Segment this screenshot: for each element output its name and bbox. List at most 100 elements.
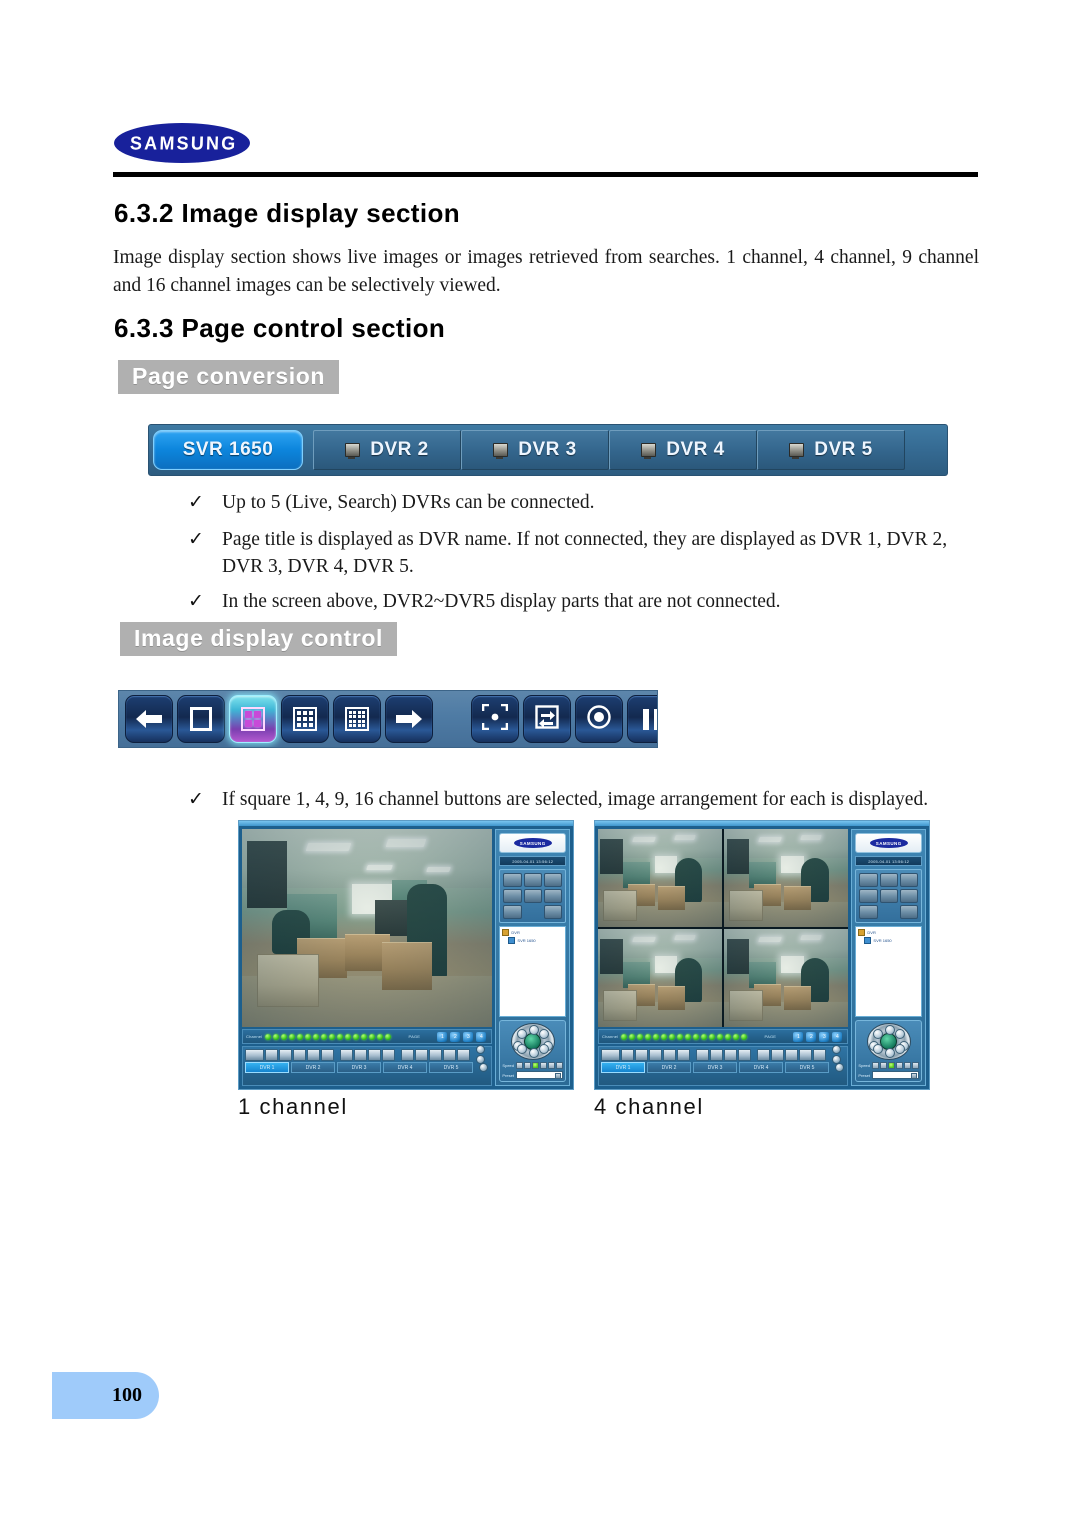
bullet-text: If square 1, 4, 9, 16 channel buttons ar…: [222, 789, 929, 810]
page-button[interactable]: 1: [793, 1031, 804, 1042]
dvr-bottom-tabs: DVR 1 DVR 2 DVR 3 DVR 4 DVR 5: [245, 1062, 473, 1073]
device-tree[interactable]: DVR SVR 1650: [499, 926, 566, 1017]
bottom-tab[interactable]: DVR 2: [291, 1062, 335, 1073]
panel-icon[interactable]: [503, 905, 522, 919]
control-button-rows: DVR 1 DVR 2 DVR 3 DVR 4 DVR 5: [598, 1045, 849, 1086]
camera-view[interactable]: [724, 929, 849, 1027]
tree-child-node[interactable]: SVR 1650: [502, 937, 563, 944]
record-button[interactable]: [575, 695, 623, 743]
date-time-display: 2005-04-01 13:56:12: [499, 856, 566, 866]
sequence-refresh-icon: [534, 704, 560, 735]
bullet-text: Up to 5 (Live, Search) DVRs can be conne…: [222, 492, 595, 513]
tab-dvr-4[interactable]: DVR 4: [609, 430, 757, 470]
nine-channel-button[interactable]: [281, 695, 329, 743]
grid-2x2-icon: [241, 707, 265, 731]
sequence-button[interactable]: [523, 695, 571, 743]
panel-icon[interactable]: [543, 889, 562, 903]
playback-controls[interactable]: [601, 1048, 690, 1061]
page-number: 100: [112, 1384, 142, 1406]
previous-page-button[interactable]: [125, 695, 173, 743]
tab-dvr-5[interactable]: DVR 5: [757, 430, 905, 470]
slider-row[interactable]: [476, 1045, 488, 1054]
fullscreen-button[interactable]: [471, 695, 519, 743]
check-icon: ✓: [188, 590, 204, 612]
page-button[interactable]: 2: [450, 1031, 461, 1042]
page-button[interactable]: 2: [806, 1031, 817, 1042]
tab-dvr-2[interactable]: DVR 2: [313, 430, 461, 470]
panel-icon[interactable]: [503, 873, 522, 887]
ptz-preset-label: Preset: [858, 1072, 870, 1078]
page-button[interactable]: 4: [832, 1031, 843, 1042]
device-tree[interactable]: DVR SVR 1650: [855, 926, 922, 1017]
mode-controls[interactable]: [696, 1048, 751, 1061]
tree-root-node[interactable]: DVR: [858, 929, 919, 936]
bullet-text: In the screen above, DVR2~DVR5 display p…: [222, 591, 781, 612]
page-label: PAGE: [764, 1034, 777, 1039]
panel-icon[interactable]: [859, 889, 878, 903]
panel-icon[interactable]: [859, 873, 878, 887]
page-button[interactable]: 4: [476, 1031, 487, 1042]
panel-icon[interactable]: [899, 889, 918, 903]
tab-dvr-3[interactable]: DVR 3: [461, 430, 609, 470]
ptz-control: Speed Preset: [855, 1020, 922, 1082]
tree-child-node[interactable]: SVR 1650: [858, 937, 919, 944]
bottom-tab[interactable]: DVR 2: [647, 1062, 691, 1073]
right-control-panel: SAMSUNG 2005-04-01 13:56:12 DVR SVR 1650…: [495, 829, 570, 1086]
ptz-speed-steps[interactable]: [516, 1062, 563, 1069]
next-page-button[interactable]: [385, 695, 433, 743]
function-controls[interactable]: [401, 1048, 470, 1061]
tab-svr-1650[interactable]: SVR 1650: [153, 430, 303, 470]
bottom-tab[interactable]: DVR 5: [429, 1062, 473, 1073]
four-channel-button[interactable]: [229, 695, 277, 743]
bottom-tab[interactable]: DVR 4: [739, 1062, 783, 1073]
grid-3x3-icon: [293, 707, 317, 731]
page-button[interactable]: 3: [463, 1031, 474, 1042]
panel-icon[interactable]: [879, 889, 898, 903]
slider-row[interactable]: [479, 1063, 491, 1072]
panel-icon[interactable]: [879, 873, 898, 887]
channel-label: Channel: [246, 1034, 263, 1039]
panel-logo: SAMSUNG: [499, 833, 566, 853]
page-button[interactable]: 1: [437, 1031, 448, 1042]
page-buttons: 1 2 3 4: [437, 1031, 487, 1042]
panel-icon[interactable]: [899, 905, 918, 919]
ptz-dial[interactable]: [510, 1023, 555, 1060]
sixteen-channel-button[interactable]: [333, 695, 381, 743]
samsung-logo-small: SAMSUNG: [513, 838, 552, 848]
one-channel-button[interactable]: [177, 695, 225, 743]
bottom-tab[interactable]: DVR 4: [383, 1062, 427, 1073]
volume-slider-group: [479, 1063, 493, 1072]
bullet-item: ✓ In the screen above, DVR2~DVR5 display…: [188, 588, 978, 615]
camera-view[interactable]: [242, 829, 493, 1027]
bottom-tab[interactable]: DVR 1: [245, 1062, 289, 1073]
bottom-tab[interactable]: DVR 3: [693, 1062, 737, 1073]
panel-icon[interactable]: [523, 889, 542, 903]
panel-icon[interactable]: [859, 905, 878, 919]
page-button[interactable]: 3: [819, 1031, 830, 1042]
ptz-preset-select[interactable]: [515, 1071, 563, 1079]
page-number-tab: 100: [52, 1372, 159, 1419]
ptz-preset-select[interactable]: [871, 1071, 919, 1079]
ptz-speed-steps[interactable]: [872, 1062, 919, 1069]
slider-group: [476, 1045, 490, 1064]
panel-icon[interactable]: [543, 873, 562, 887]
playback-controls[interactable]: [245, 1048, 334, 1061]
camera-view[interactable]: [598, 829, 723, 927]
bottom-tab[interactable]: DVR 3: [337, 1062, 381, 1073]
camera-view[interactable]: [724, 829, 849, 927]
slider-row[interactable]: [835, 1063, 847, 1072]
ptz-dial[interactable]: [866, 1023, 911, 1060]
bottom-tab[interactable]: DVR 1: [601, 1062, 645, 1073]
slider-row[interactable]: [832, 1045, 844, 1054]
function-controls[interactable]: [757, 1048, 826, 1061]
mode-controls[interactable]: [340, 1048, 395, 1061]
panel-icon[interactable]: [523, 873, 542, 887]
camera-view[interactable]: [598, 929, 723, 1027]
pause-button[interactable]: [627, 695, 657, 743]
panel-icon[interactable]: [503, 889, 522, 903]
tree-root-node[interactable]: DVR: [502, 929, 563, 936]
panel-icon[interactable]: [543, 905, 562, 919]
panel-icon[interactable]: [899, 873, 918, 887]
ptz-speed-row: Speed: [858, 1062, 919, 1069]
bottom-tab[interactable]: DVR 5: [785, 1062, 829, 1073]
